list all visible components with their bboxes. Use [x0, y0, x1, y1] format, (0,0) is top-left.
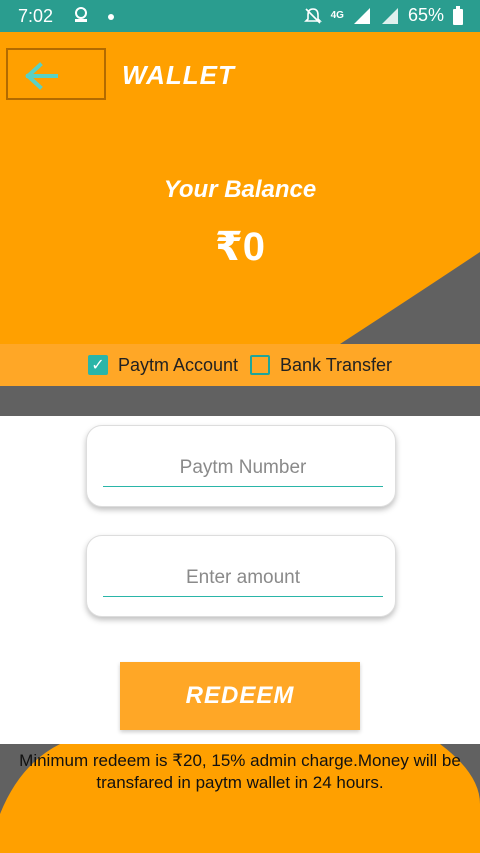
- signal-icon-2: [381, 7, 398, 24]
- payment-method-row: ✓ Paytm Account Bank Transfer: [0, 344, 480, 386]
- page-title: WALLET: [122, 60, 235, 90]
- paytm-option[interactable]: ✓ Paytm Account: [87, 354, 238, 376]
- network-type: 4G: [330, 9, 344, 21]
- divider-strip: [0, 386, 480, 416]
- amount-input[interactable]: [103, 560, 383, 597]
- bank-label: Bank Transfer: [280, 354, 393, 375]
- footer: Minimum redeem is ₹20, 15% admin charge.…: [0, 744, 480, 853]
- wallet-header: WALLET Your Balance ₹0: [0, 32, 480, 344]
- signal-icon: [353, 7, 370, 24]
- status-right: 4G 65%: [303, 5, 464, 26]
- bank-checkbox[interactable]: [250, 355, 270, 375]
- bank-option[interactable]: Bank Transfer: [250, 355, 392, 376]
- redeem-button[interactable]: REDEEM: [120, 662, 360, 730]
- silent-icon: [303, 7, 322, 24]
- status-bar: 7:02 4G 65%: [0, 0, 480, 32]
- redeem-note: Minimum redeem is ₹20, 15% admin charge.…: [19, 751, 461, 792]
- battery-percent: 65%: [407, 5, 444, 25]
- notification-dot: [108, 14, 114, 20]
- paytm-checkbox[interactable]: ✓: [87, 355, 108, 375]
- back-arrow-icon: [25, 62, 58, 90]
- balance-label: Your Balance: [163, 176, 317, 203]
- paytm-number-input[interactable]: [103, 450, 383, 487]
- status-time: 7:02: [18, 6, 54, 26]
- amount-card: [86, 535, 396, 617]
- paytm-label: Paytm Account: [117, 354, 238, 375]
- paytm-number-card: [86, 425, 396, 507]
- battery-icon: [453, 5, 463, 25]
- back-button[interactable]: [6, 48, 106, 100]
- app-notification-icon: [75, 7, 87, 22]
- balance-value: ₹0: [214, 225, 266, 269]
